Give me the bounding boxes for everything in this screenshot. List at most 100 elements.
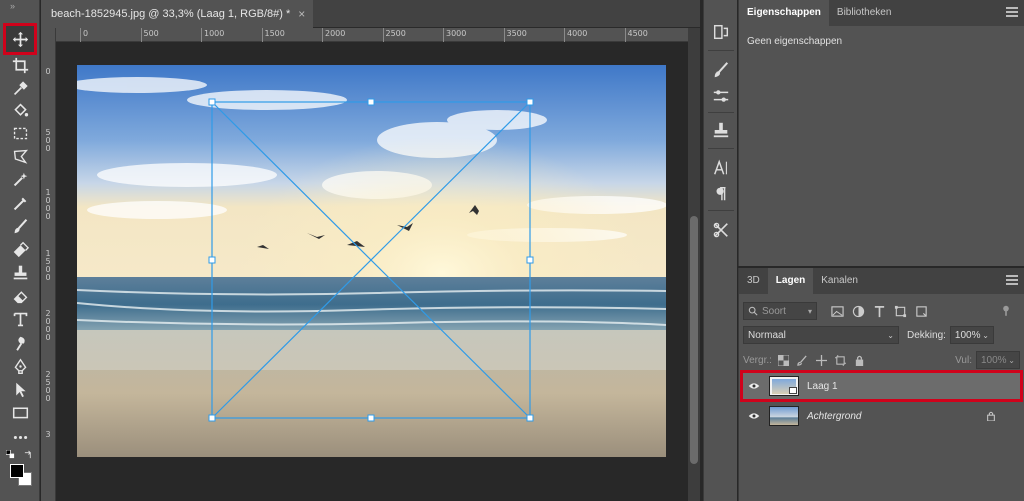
beach-image[interactable] bbox=[77, 65, 666, 457]
panel-menu-icon[interactable] bbox=[1006, 7, 1018, 17]
foreground-color[interactable] bbox=[10, 464, 24, 478]
smudge-icon bbox=[15, 336, 25, 351]
swap-colors-icon[interactable] bbox=[24, 450, 33, 459]
filter-placeholder: Soort bbox=[762, 305, 786, 317]
opacity-input[interactable]: 100% ⌄ bbox=[949, 326, 994, 344]
layer-thumbnail bbox=[769, 376, 799, 396]
layer-thumbnail bbox=[769, 406, 799, 426]
ruler-label: 1000 bbox=[45, 188, 51, 221]
tools-panel: » bbox=[0, 0, 40, 501]
document-tab[interactable]: beach-1852945.jpg @ 33,3% (Laag 1, RGB/8… bbox=[41, 0, 314, 28]
search-icon bbox=[748, 306, 758, 316]
properties-panel: Eigenschappen Bibliotheken Geen eigensch… bbox=[738, 0, 1024, 266]
path-selection-icon bbox=[15, 382, 26, 397]
ruler-label: 1500 bbox=[45, 248, 51, 282]
type-tool[interactable] bbox=[6, 306, 34, 332]
character-panel-button[interactable] bbox=[709, 156, 733, 180]
layer-name: Achtergrond bbox=[807, 410, 862, 422]
color-swatches[interactable] bbox=[6, 448, 36, 492]
lock-position-icon[interactable] bbox=[815, 354, 827, 366]
filter-toggle-icon[interactable] bbox=[1002, 305, 1010, 317]
adjustment-filter-icon[interactable] bbox=[852, 305, 865, 318]
ruler-label: 500 bbox=[143, 29, 159, 38]
tab-eigenschappen[interactable]: Eigenschappen bbox=[739, 0, 829, 26]
ruler-label: 4000 bbox=[567, 29, 588, 38]
marquee-icon bbox=[13, 127, 27, 139]
clone-stamp-tool[interactable] bbox=[6, 259, 34, 285]
lock-label: Vergr.: bbox=[743, 354, 772, 366]
layers-panel: 3D Lagen Kanalen Soort ▾ Normaal ⌄ Dekki… bbox=[738, 268, 1024, 501]
fill-input[interactable]: 100% ⌄ bbox=[976, 351, 1020, 369]
lock-pixels-icon[interactable] bbox=[797, 354, 808, 366]
scrollbar-thumb[interactable] bbox=[690, 216, 698, 464]
blend-row: Normaal ⌄ Dekking: 100% ⌄ bbox=[743, 326, 1020, 344]
visibility-eye-icon[interactable] bbox=[743, 382, 765, 390]
sliders-icon bbox=[713, 90, 729, 102]
photoshop-window: » beach-1852945.jpg @ 33,3% (Laag 1, RGB… bbox=[0, 0, 1024, 501]
more-tools-button[interactable] bbox=[6, 424, 34, 450]
ruler-tick bbox=[503, 28, 505, 42]
ruler-label: 500 bbox=[45, 127, 51, 153]
vertical-scrollbar[interactable] bbox=[688, 28, 700, 501]
history-panel-button[interactable] bbox=[709, 20, 733, 44]
chevron-down-icon[interactable]: ⌄ bbox=[1008, 356, 1015, 365]
tab-bibliotheken[interactable]: Bibliotheken bbox=[829, 0, 899, 26]
tool-presets-button[interactable] bbox=[709, 218, 733, 242]
lock-row: Vergr.: Vul: 100% ⌄ bbox=[743, 351, 1020, 369]
clone-source-icon bbox=[713, 122, 729, 138]
type-filter-icon[interactable] bbox=[873, 305, 886, 318]
lock-transparency-icon[interactable] bbox=[777, 354, 789, 366]
smart-object-filter-icon[interactable] bbox=[915, 305, 928, 318]
beach-photo bbox=[77, 65, 666, 457]
shape-filter-icon[interactable] bbox=[894, 305, 907, 318]
layer-name: Laag 1 bbox=[807, 380, 838, 392]
layer-filter-icons bbox=[831, 305, 928, 318]
layer-row-laag-1[interactable]: Laag 1 bbox=[740, 370, 1023, 402]
pixel-filter-icon[interactable] bbox=[831, 305, 844, 318]
clone-source-button[interactable] bbox=[709, 118, 733, 142]
ruler-label: 0 bbox=[45, 67, 51, 76]
opacity-value: 100% bbox=[954, 329, 981, 341]
horizontal-ruler[interactable]: 0 500 1000 1500 2000 2500 3000 3500 4000 4500 bbox=[56, 28, 688, 42]
lock-all-icon[interactable] bbox=[854, 355, 865, 366]
tab-lagen[interactable]: Lagen bbox=[767, 268, 814, 294]
move-tool[interactable] bbox=[3, 23, 37, 55]
magic-wand-icon bbox=[13, 172, 27, 186]
healing-brush-icon bbox=[13, 197, 26, 210]
brush-settings-button[interactable] bbox=[709, 58, 733, 82]
rectangle-tool[interactable] bbox=[6, 399, 34, 425]
magic-wand-tool[interactable] bbox=[6, 166, 34, 192]
ruler-tick bbox=[382, 28, 384, 42]
character-icon bbox=[714, 159, 727, 175]
ruler-tick bbox=[322, 28, 323, 42]
lasso-icon bbox=[13, 149, 28, 164]
layer-kind-filter[interactable]: Soort ▾ bbox=[743, 302, 817, 320]
fill-label: Vul: bbox=[955, 354, 972, 366]
adjustments-button[interactable] bbox=[709, 84, 733, 108]
default-colors-icon[interactable] bbox=[6, 450, 15, 459]
tab-3d[interactable]: 3D bbox=[739, 268, 768, 294]
paragraph-icon bbox=[716, 186, 726, 201]
vertical-ruler[interactable]: 0 500 1000 1500 2000 2500 3 bbox=[41, 28, 56, 501]
panel-menu-icon[interactable] bbox=[1006, 275, 1018, 285]
eraser-icon bbox=[13, 290, 27, 303]
opacity-label: Dekking: bbox=[907, 329, 946, 341]
close-tab-icon[interactable]: × bbox=[298, 7, 305, 21]
visibility-eye-icon[interactable] bbox=[743, 412, 765, 420]
ruler-label: 3500 bbox=[506, 29, 527, 38]
blend-mode-select[interactable]: Normaal ⌄ bbox=[743, 326, 899, 344]
fill-value: 100% bbox=[981, 354, 1007, 366]
layer-row-achtergrond[interactable]: Achtergrond bbox=[743, 403, 1020, 429]
brush-settings-icon bbox=[714, 62, 729, 78]
layer-filter-row: Soort ▾ bbox=[743, 302, 1020, 320]
toolbar-collapse[interactable]: » bbox=[0, 0, 39, 14]
tab-kanalen[interactable]: Kanalen bbox=[813, 268, 866, 294]
chevron-down-icon[interactable]: ⌄ bbox=[982, 331, 989, 340]
document-tabbar: beach-1852945.jpg @ 33,3% (Laag 1, RGB/8… bbox=[41, 0, 700, 28]
type-icon bbox=[13, 312, 27, 326]
paragraph-panel-button[interactable] bbox=[709, 182, 733, 206]
paint-bucket-icon bbox=[13, 102, 28, 116]
lock-artboard-icon[interactable] bbox=[834, 354, 846, 366]
ruler-tick bbox=[80, 28, 81, 42]
move-icon bbox=[12, 31, 28, 47]
